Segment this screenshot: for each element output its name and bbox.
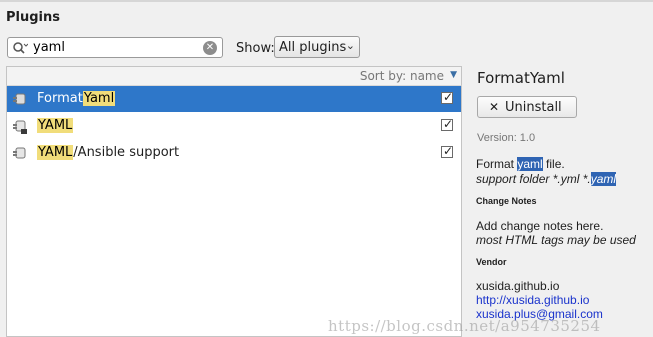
plugin-enabled-checkbox[interactable]: ✓ [441, 90, 454, 104]
show-filter-select[interactable]: All plugins ⌄ [274, 36, 360, 58]
clear-icon[interactable]: ✕ [203, 41, 217, 55]
description-line-2: support folder *.yml *.yaml [476, 172, 617, 186]
plugin-name: YAML/Ansible support [37, 145, 180, 160]
checkbox-checked-icon: ✓ [443, 144, 454, 158]
plugin-icon [13, 120, 27, 134]
checkbox-checked-icon: ✓ [443, 117, 454, 131]
plugin-name: YAML [37, 118, 74, 133]
plugin-enabled-checkbox[interactable]: ✓ [441, 144, 454, 158]
close-icon: ✕ [489, 100, 500, 114]
change-notes-line-2: most HTML tags may be used [476, 233, 636, 247]
search-icon[interactable] [12, 41, 28, 55]
vendor-heading: Vendor [476, 257, 507, 267]
checkbox-checked-icon: ✓ [443, 90, 454, 104]
plugin-details-panel: FormatYaml ✕ Uninstall Version: 1.0 Form… [468, 66, 653, 337]
vendor-name: xusida.github.io [476, 279, 560, 293]
show-filter-label: Show: [236, 41, 275, 56]
plugin-detail-title: FormatYaml [477, 69, 565, 87]
plugin-enabled-checkbox[interactable]: ✓ [441, 117, 454, 131]
description-line-1: Format yaml file. [476, 157, 565, 171]
plugin-icon [13, 147, 26, 159]
sort-label[interactable]: Sort by: name [360, 69, 444, 83]
change-notes-heading: Change Notes [476, 196, 537, 206]
dialog-title: Plugins [6, 10, 60, 25]
chevron-down-icon: ⌄ [345, 39, 355, 52]
plugin-row[interactable]: FormatYaml ✓ [7, 86, 461, 112]
watermark: https://blog.csdn.net/a954735254 [328, 317, 601, 335]
plugin-icon [13, 93, 26, 105]
plugin-row[interactable]: YAML/Ansible support ✓ [7, 140, 461, 166]
search-field[interactable]: ✕ [7, 37, 223, 58]
search-input[interactable] [33, 40, 193, 55]
plugin-name: FormatYaml [37, 91, 116, 106]
plugin-row[interactable]: YAML ✓ [7, 113, 461, 139]
vendor-url-link[interactable]: http://xusida.github.io [476, 293, 589, 307]
change-notes-line-1: Add change notes here. [476, 219, 604, 233]
window-top-edge [0, 0, 653, 2]
show-filter-value: All plugins [279, 40, 347, 55]
plugin-version: Version: 1.0 [477, 132, 536, 144]
uninstall-label: Uninstall [505, 100, 562, 115]
sort-chevron-icon[interactable]: ▼ [450, 70, 457, 80]
uninstall-button[interactable]: ✕ Uninstall [477, 96, 577, 118]
sort-header[interactable]: Sort by: name ▼ [6, 66, 462, 86]
